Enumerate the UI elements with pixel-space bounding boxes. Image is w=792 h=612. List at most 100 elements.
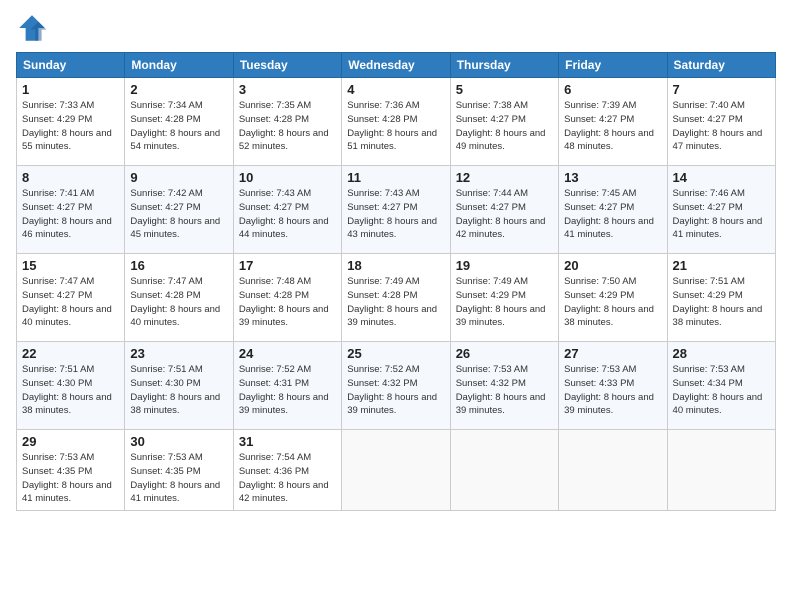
calendar-cell: 2 Sunrise: 7:34 AMSunset: 4:28 PMDayligh… bbox=[125, 78, 233, 166]
calendar-cell: 27 Sunrise: 7:53 AMSunset: 4:33 PMDaylig… bbox=[559, 342, 667, 430]
day-info: Sunrise: 7:45 AMSunset: 4:27 PMDaylight:… bbox=[564, 187, 661, 242]
day-info: Sunrise: 7:41 AMSunset: 4:27 PMDaylight:… bbox=[22, 187, 119, 242]
day-info: Sunrise: 7:53 AMSunset: 4:32 PMDaylight:… bbox=[456, 363, 553, 418]
calendar-cell: 30 Sunrise: 7:53 AMSunset: 4:35 PMDaylig… bbox=[125, 430, 233, 511]
calendar-cell: 11 Sunrise: 7:43 AMSunset: 4:27 PMDaylig… bbox=[342, 166, 450, 254]
day-number: 14 bbox=[673, 170, 770, 185]
day-info: Sunrise: 7:44 AMSunset: 4:27 PMDaylight:… bbox=[456, 187, 553, 242]
day-info: Sunrise: 7:50 AMSunset: 4:29 PMDaylight:… bbox=[564, 275, 661, 330]
day-info: Sunrise: 7:38 AMSunset: 4:27 PMDaylight:… bbox=[456, 99, 553, 154]
col-sunday: Sunday bbox=[17, 53, 125, 78]
day-number: 30 bbox=[130, 434, 227, 449]
calendar-cell: 17 Sunrise: 7:48 AMSunset: 4:28 PMDaylig… bbox=[233, 254, 341, 342]
day-info: Sunrise: 7:48 AMSunset: 4:28 PMDaylight:… bbox=[239, 275, 336, 330]
day-info: Sunrise: 7:42 AMSunset: 4:27 PMDaylight:… bbox=[130, 187, 227, 242]
day-number: 19 bbox=[456, 258, 553, 273]
calendar-cell: 4 Sunrise: 7:36 AMSunset: 4:28 PMDayligh… bbox=[342, 78, 450, 166]
calendar-cell: 25 Sunrise: 7:52 AMSunset: 4:32 PMDaylig… bbox=[342, 342, 450, 430]
col-tuesday: Tuesday bbox=[233, 53, 341, 78]
day-number: 25 bbox=[347, 346, 444, 361]
calendar-cell: 3 Sunrise: 7:35 AMSunset: 4:28 PMDayligh… bbox=[233, 78, 341, 166]
calendar-cell: 31 Sunrise: 7:54 AMSunset: 4:36 PMDaylig… bbox=[233, 430, 341, 511]
day-number: 22 bbox=[22, 346, 119, 361]
day-number: 23 bbox=[130, 346, 227, 361]
day-number: 15 bbox=[22, 258, 119, 273]
calendar-cell: 18 Sunrise: 7:49 AMSunset: 4:28 PMDaylig… bbox=[342, 254, 450, 342]
calendar-cell: 8 Sunrise: 7:41 AMSunset: 4:27 PMDayligh… bbox=[17, 166, 125, 254]
day-info: Sunrise: 7:35 AMSunset: 4:28 PMDaylight:… bbox=[239, 99, 336, 154]
calendar-cell: 10 Sunrise: 7:43 AMSunset: 4:27 PMDaylig… bbox=[233, 166, 341, 254]
day-number: 4 bbox=[347, 82, 444, 97]
day-number: 7 bbox=[673, 82, 770, 97]
day-number: 21 bbox=[673, 258, 770, 273]
day-info: Sunrise: 7:51 AMSunset: 4:30 PMDaylight:… bbox=[130, 363, 227, 418]
col-thursday: Thursday bbox=[450, 53, 558, 78]
day-number: 10 bbox=[239, 170, 336, 185]
calendar-cell: 26 Sunrise: 7:53 AMSunset: 4:32 PMDaylig… bbox=[450, 342, 558, 430]
day-info: Sunrise: 7:47 AMSunset: 4:27 PMDaylight:… bbox=[22, 275, 119, 330]
calendar-cell: 1 Sunrise: 7:33 AMSunset: 4:29 PMDayligh… bbox=[17, 78, 125, 166]
day-number: 5 bbox=[456, 82, 553, 97]
calendar-cell bbox=[450, 430, 558, 511]
col-friday: Friday bbox=[559, 53, 667, 78]
day-info: Sunrise: 7:51 AMSunset: 4:30 PMDaylight:… bbox=[22, 363, 119, 418]
calendar-cell: 5 Sunrise: 7:38 AMSunset: 4:27 PMDayligh… bbox=[450, 78, 558, 166]
logo-icon bbox=[16, 12, 48, 44]
day-number: 1 bbox=[22, 82, 119, 97]
day-number: 8 bbox=[22, 170, 119, 185]
day-info: Sunrise: 7:53 AMSunset: 4:33 PMDaylight:… bbox=[564, 363, 661, 418]
day-number: 27 bbox=[564, 346, 661, 361]
calendar-cell: 23 Sunrise: 7:51 AMSunset: 4:30 PMDaylig… bbox=[125, 342, 233, 430]
day-info: Sunrise: 7:39 AMSunset: 4:27 PMDaylight:… bbox=[564, 99, 661, 154]
calendar-cell: 29 Sunrise: 7:53 AMSunset: 4:35 PMDaylig… bbox=[17, 430, 125, 511]
calendar-cell: 21 Sunrise: 7:51 AMSunset: 4:29 PMDaylig… bbox=[667, 254, 775, 342]
col-saturday: Saturday bbox=[667, 53, 775, 78]
day-info: Sunrise: 7:49 AMSunset: 4:29 PMDaylight:… bbox=[456, 275, 553, 330]
day-number: 20 bbox=[564, 258, 661, 273]
calendar-cell: 20 Sunrise: 7:50 AMSunset: 4:29 PMDaylig… bbox=[559, 254, 667, 342]
col-monday: Monday bbox=[125, 53, 233, 78]
calendar-cell: 7 Sunrise: 7:40 AMSunset: 4:27 PMDayligh… bbox=[667, 78, 775, 166]
calendar-cell bbox=[559, 430, 667, 511]
day-info: Sunrise: 7:34 AMSunset: 4:28 PMDaylight:… bbox=[130, 99, 227, 154]
calendar: Sunday Monday Tuesday Wednesday Thursday… bbox=[16, 52, 776, 511]
day-number: 28 bbox=[673, 346, 770, 361]
day-number: 31 bbox=[239, 434, 336, 449]
calendar-cell: 13 Sunrise: 7:45 AMSunset: 4:27 PMDaylig… bbox=[559, 166, 667, 254]
calendar-cell: 19 Sunrise: 7:49 AMSunset: 4:29 PMDaylig… bbox=[450, 254, 558, 342]
day-number: 18 bbox=[347, 258, 444, 273]
calendar-cell: 6 Sunrise: 7:39 AMSunset: 4:27 PMDayligh… bbox=[559, 78, 667, 166]
day-number: 6 bbox=[564, 82, 661, 97]
day-number: 24 bbox=[239, 346, 336, 361]
day-number: 26 bbox=[456, 346, 553, 361]
day-info: Sunrise: 7:52 AMSunset: 4:32 PMDaylight:… bbox=[347, 363, 444, 418]
day-info: Sunrise: 7:33 AMSunset: 4:29 PMDaylight:… bbox=[22, 99, 119, 154]
calendar-cell bbox=[342, 430, 450, 511]
col-wednesday: Wednesday bbox=[342, 53, 450, 78]
day-number: 13 bbox=[564, 170, 661, 185]
calendar-cell: 12 Sunrise: 7:44 AMSunset: 4:27 PMDaylig… bbox=[450, 166, 558, 254]
header-row: Sunday Monday Tuesday Wednesday Thursday… bbox=[17, 53, 776, 78]
day-number: 2 bbox=[130, 82, 227, 97]
header bbox=[16, 12, 776, 44]
day-number: 29 bbox=[22, 434, 119, 449]
calendar-cell bbox=[667, 430, 775, 511]
day-info: Sunrise: 7:53 AMSunset: 4:34 PMDaylight:… bbox=[673, 363, 770, 418]
day-number: 3 bbox=[239, 82, 336, 97]
day-info: Sunrise: 7:51 AMSunset: 4:29 PMDaylight:… bbox=[673, 275, 770, 330]
day-number: 11 bbox=[347, 170, 444, 185]
day-number: 9 bbox=[130, 170, 227, 185]
calendar-cell: 16 Sunrise: 7:47 AMSunset: 4:28 PMDaylig… bbox=[125, 254, 233, 342]
day-info: Sunrise: 7:49 AMSunset: 4:28 PMDaylight:… bbox=[347, 275, 444, 330]
calendar-cell: 14 Sunrise: 7:46 AMSunset: 4:27 PMDaylig… bbox=[667, 166, 775, 254]
logo bbox=[16, 12, 52, 44]
day-number: 16 bbox=[130, 258, 227, 273]
day-number: 12 bbox=[456, 170, 553, 185]
page: Sunday Monday Tuesday Wednesday Thursday… bbox=[0, 0, 792, 612]
day-info: Sunrise: 7:36 AMSunset: 4:28 PMDaylight:… bbox=[347, 99, 444, 154]
day-info: Sunrise: 7:53 AMSunset: 4:35 PMDaylight:… bbox=[130, 451, 227, 506]
calendar-cell: 15 Sunrise: 7:47 AMSunset: 4:27 PMDaylig… bbox=[17, 254, 125, 342]
day-info: Sunrise: 7:43 AMSunset: 4:27 PMDaylight:… bbox=[239, 187, 336, 242]
day-info: Sunrise: 7:40 AMSunset: 4:27 PMDaylight:… bbox=[673, 99, 770, 154]
calendar-cell: 28 Sunrise: 7:53 AMSunset: 4:34 PMDaylig… bbox=[667, 342, 775, 430]
